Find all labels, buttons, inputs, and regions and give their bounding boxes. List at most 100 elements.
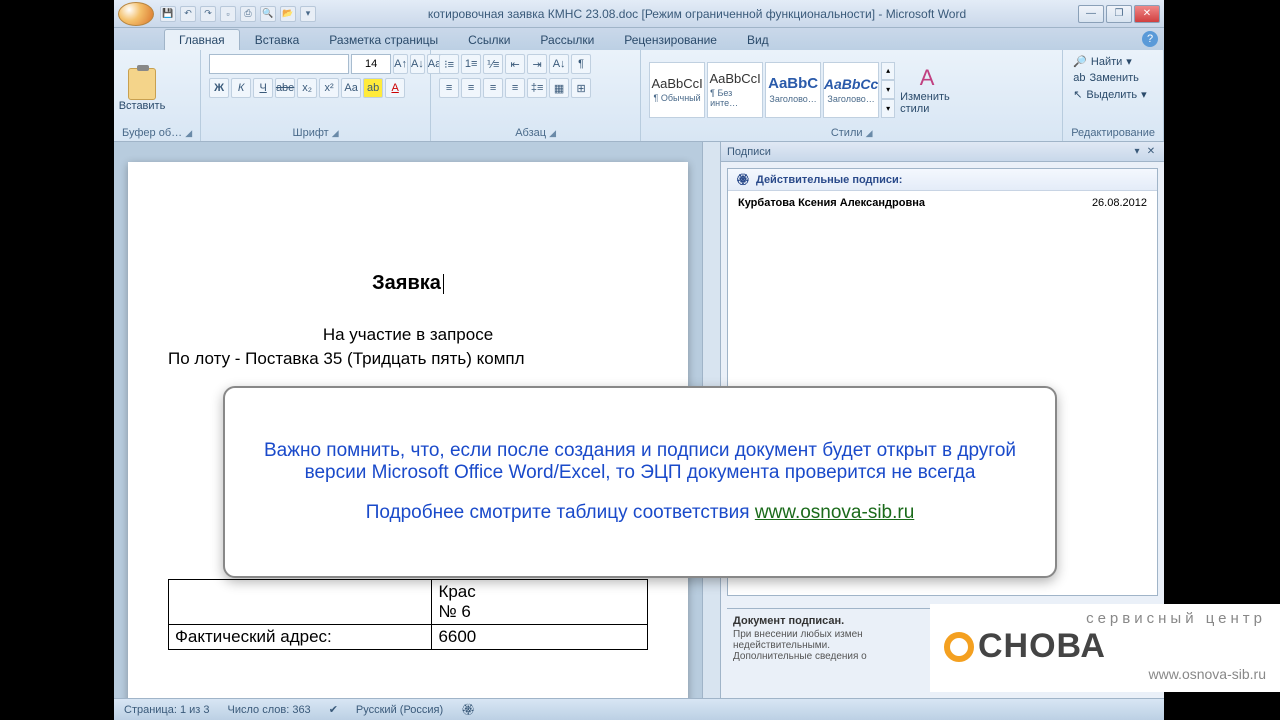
undo-icon[interactable]: ↶ (180, 6, 196, 22)
align-center-button[interactable]: ≡ (461, 78, 481, 98)
scroll-up-icon[interactable]: ▴ (881, 62, 895, 81)
print-icon[interactable]: ⎙ (240, 6, 256, 22)
borders-button[interactable]: ⊞ (571, 78, 591, 98)
rosette-icon: 🏵 (736, 173, 750, 186)
font-size-select[interactable] (351, 54, 391, 74)
tab-home[interactable]: Главная (164, 29, 240, 50)
bold-button[interactable]: Ж (209, 78, 229, 98)
watermark-caption: сервисный центр (944, 610, 1266, 627)
tab-mailings[interactable]: Рассылки (525, 29, 609, 50)
doc-subtitle: На участие в запросе (168, 325, 648, 345)
close-button[interactable]: ✕ (1134, 5, 1160, 23)
minimize-button[interactable]: — (1078, 5, 1104, 23)
font-launcher-icon[interactable]: ◢ (332, 128, 339, 138)
font-color-button[interactable]: A (385, 78, 405, 98)
paste-button[interactable]: Вставить (122, 60, 162, 120)
scroll-more-icon[interactable]: ▾ (881, 99, 895, 118)
ribbon: Вставить Буфер об… ◢ A↑ A↓ Aa Ж К Ч abe (114, 50, 1164, 142)
change-case-button[interactable]: Aa (341, 78, 361, 98)
tab-review[interactable]: Рецензирование (609, 29, 732, 50)
tab-insert[interactable]: Вставка (240, 29, 315, 50)
change-styles-button[interactable]: A Изменить стили (899, 60, 955, 120)
styles-group-label: Стили (831, 127, 863, 139)
styles-gallery[interactable]: AaBbCcI ¶ Обычный AaBbCcI ¶ Без инте… Aa… (649, 62, 895, 118)
multilevel-button[interactable]: ⅟≡ (483, 54, 503, 74)
tab-view[interactable]: Вид (732, 29, 784, 50)
line-spacing-button[interactable]: ‡≡ (527, 78, 547, 98)
panel-title: Подписи (727, 146, 771, 158)
group-font: A↑ A↓ Aa Ж К Ч abe x₂ x² Aa ab A Шрифт ◢ (201, 50, 431, 141)
open-icon[interactable]: 📂 (280, 6, 296, 22)
grow-font-icon[interactable]: A↑ (393, 54, 408, 74)
group-clipboard: Вставить Буфер об… ◢ (114, 50, 201, 141)
tab-references[interactable]: Ссылки (453, 29, 525, 50)
decrease-indent-button[interactable]: ⇤ (505, 54, 525, 74)
paragraph-launcher-icon[interactable]: ◢ (549, 128, 556, 138)
new-icon[interactable]: ▫ (220, 6, 236, 22)
tab-layout[interactable]: Разметка страницы (314, 29, 453, 50)
align-left-button[interactable]: ≡ (439, 78, 459, 98)
shrink-font-icon[interactable]: A↓ (410, 54, 425, 74)
table-row: Фактический адрес: 6600 (169, 625, 648, 650)
watermark-url: www.osnova-sib.ru (944, 666, 1266, 682)
style-normal[interactable]: AaBbCcI ¶ Обычный (649, 62, 705, 118)
page-indicator[interactable]: Страница: 1 из 3 (124, 704, 210, 716)
group-editing: 🔎Найти ▾ abЗаменить ↖Выделить ▾ Редактир… (1063, 50, 1164, 141)
increase-indent-button[interactable]: ⇥ (527, 54, 547, 74)
watermark: сервисный центр СНОВА www.osnova-sib.ru (930, 604, 1280, 692)
language-indicator[interactable]: Русский (Россия) (356, 704, 443, 716)
window-controls: — ❐ ✕ (1078, 5, 1160, 23)
font-group-label: Шрифт (293, 127, 329, 139)
qat-more-icon[interactable]: ▾ (300, 6, 316, 22)
style-heading1[interactable]: AaBbC Заголово… (765, 62, 821, 118)
sort-button[interactable]: A↓ (549, 54, 569, 74)
replace-button[interactable]: abЗаменить (1071, 71, 1155, 85)
panel-header: Подписи ▾ ✕ (721, 142, 1164, 162)
save-icon[interactable]: 💾 (160, 6, 176, 22)
find-button[interactable]: 🔎Найти ▾ (1071, 54, 1155, 69)
style-heading2[interactable]: AaBbCc Заголово… (823, 62, 879, 118)
signer-name: Курбатова Ксения Александровна (738, 197, 925, 209)
preview-icon[interactable]: 🔍 (260, 6, 276, 22)
subscript-button[interactable]: x₂ (297, 78, 317, 98)
status-bar: Страница: 1 из 3 Число слов: 363 ✔ Русск… (114, 698, 1164, 720)
numbering-button[interactable]: 1≡ (461, 54, 481, 74)
replace-icon: ab (1073, 72, 1085, 84)
clipboard-launcher-icon[interactable]: ◢ (185, 128, 192, 138)
show-marks-button[interactable]: ¶ (571, 54, 591, 74)
overlay-link[interactable]: www.osnova-sib.ru (755, 502, 914, 523)
word-count[interactable]: Число слов: 363 (228, 704, 311, 716)
justify-button[interactable]: ≡ (505, 78, 525, 98)
spellcheck-icon[interactable]: ✔ (329, 703, 338, 716)
clipboard-group-label: Буфер об… (122, 127, 182, 139)
signature-entry[interactable]: Курбатова Ксения Александровна 26.08.201… (728, 191, 1157, 215)
panel-dropdown-icon[interactable]: ▾ (1130, 145, 1144, 159)
maximize-button[interactable]: ❐ (1106, 5, 1132, 23)
quick-access-toolbar: 💾 ↶ ↷ ▫ ⎙ 🔍 📂 ▾ (160, 6, 316, 22)
titlebar: 💾 ↶ ↷ ▫ ⎙ 🔍 📂 ▾ котировочная заявка КМНС… (114, 0, 1164, 28)
signature-status-icon[interactable]: 🏵 (461, 703, 475, 716)
font-family-select[interactable] (209, 54, 349, 74)
shading-button[interactable]: ▦ (549, 78, 569, 98)
style-no-spacing[interactable]: AaBbCcI ¶ Без инте… (707, 62, 763, 118)
select-button[interactable]: ↖Выделить ▾ (1071, 87, 1155, 102)
binoculars-icon: 🔎 (1073, 55, 1087, 68)
italic-button[interactable]: К (231, 78, 251, 98)
overlay-text-2: Подробнее смотрите таблицу соответствия … (245, 502, 1035, 524)
styles-launcher-icon[interactable]: ◢ (866, 128, 873, 138)
superscript-button[interactable]: x² (319, 78, 339, 98)
valid-signatures-header: 🏵 Действительные подписи: (728, 169, 1157, 191)
align-right-button[interactable]: ≡ (483, 78, 503, 98)
panel-close-icon[interactable]: ✕ (1144, 145, 1158, 159)
office-button[interactable] (118, 2, 154, 26)
info-overlay: Важно помнить, что, если после создания … (223, 386, 1057, 578)
strike-button[interactable]: abe (275, 78, 295, 98)
scroll-down-icon[interactable]: ▾ (881, 80, 895, 99)
style-scroll[interactable]: ▴ ▾ ▾ (881, 62, 895, 118)
bullets-button[interactable]: ⁝≡ (439, 54, 459, 74)
redo-icon[interactable]: ↷ (200, 6, 216, 22)
help-icon[interactable]: ? (1142, 31, 1158, 47)
highlight-button[interactable]: ab (363, 78, 383, 98)
paragraph-group-label: Абзац (515, 127, 546, 139)
underline-button[interactable]: Ч (253, 78, 273, 98)
